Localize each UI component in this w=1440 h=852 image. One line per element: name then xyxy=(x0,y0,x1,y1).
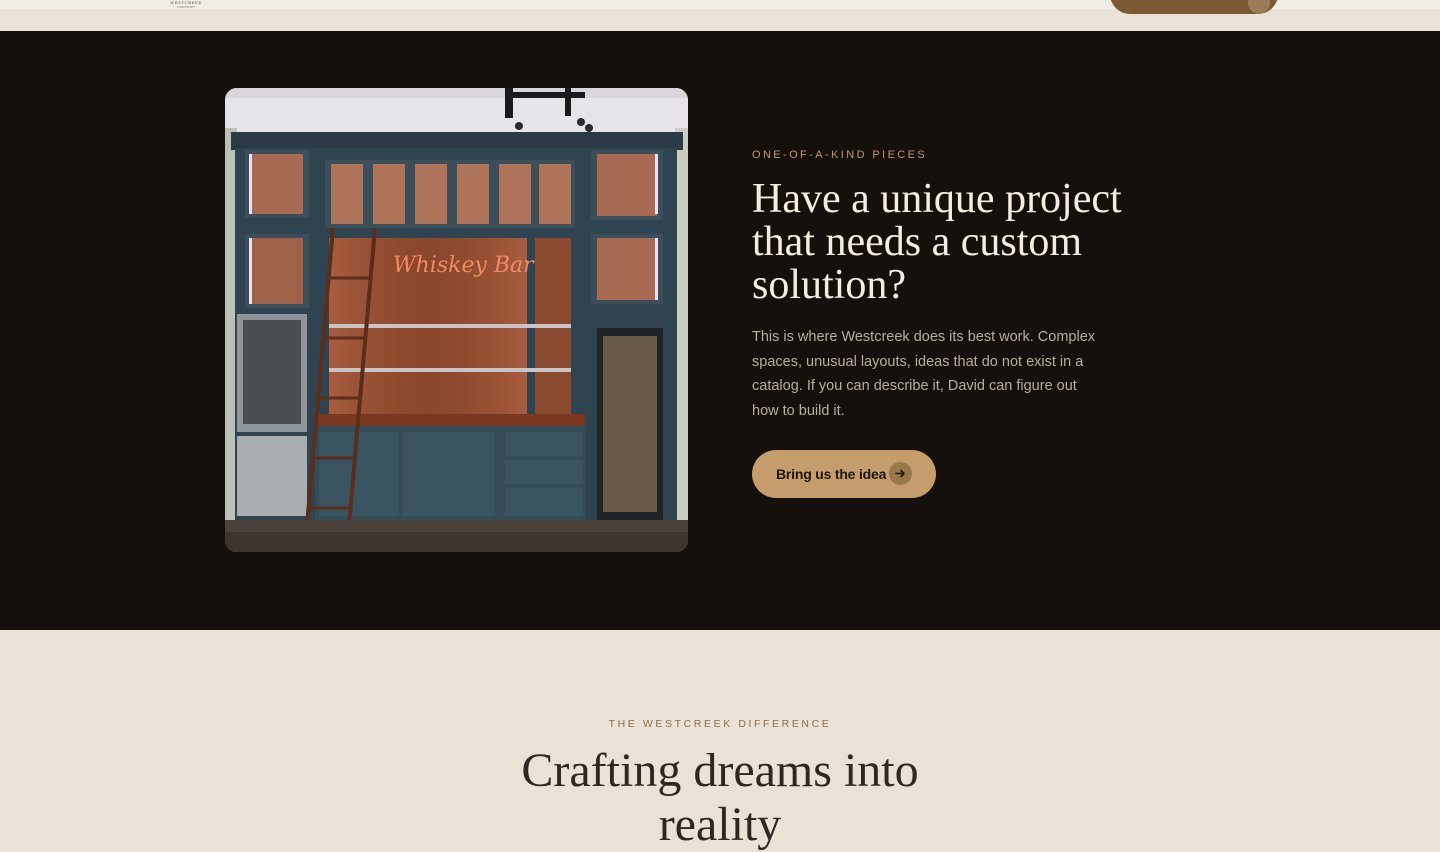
svg-text:Whiskey Bar: Whiskey Bar xyxy=(393,253,535,278)
difference-eyebrow: THE WESTCREEK DIFFERENCE xyxy=(608,718,832,730)
site-header: WESTCREEK CABINETRY xyxy=(0,0,1440,31)
section-eyebrow: ONE-OF-A-KIND PIECES xyxy=(752,149,928,161)
logo-subtext: CABINETRY xyxy=(176,5,196,9)
arrow-right-icon xyxy=(889,462,912,485)
section-body: This is where Westcreek does its best wo… xyxy=(752,329,1096,419)
header-cta-arrow-icon xyxy=(1248,0,1270,14)
cta-label: Bring us the idea xyxy=(776,466,887,482)
unique-project-section xyxy=(0,31,1440,630)
header-contact-button[interactable] xyxy=(1110,0,1278,14)
bring-us-the-idea-button[interactable]: Bring us the idea xyxy=(752,450,936,498)
whiskey-bar-cabinet-photo: Whiskey Bar xyxy=(225,88,688,552)
site-logo[interactable]: WESTCREEK CABINETRY xyxy=(164,0,208,14)
difference-title: Crafting dreams into xyxy=(521,744,919,797)
difference-title-line2: reality xyxy=(658,798,782,851)
section-title: Have a unique project that needs a custo… xyxy=(752,176,1122,308)
